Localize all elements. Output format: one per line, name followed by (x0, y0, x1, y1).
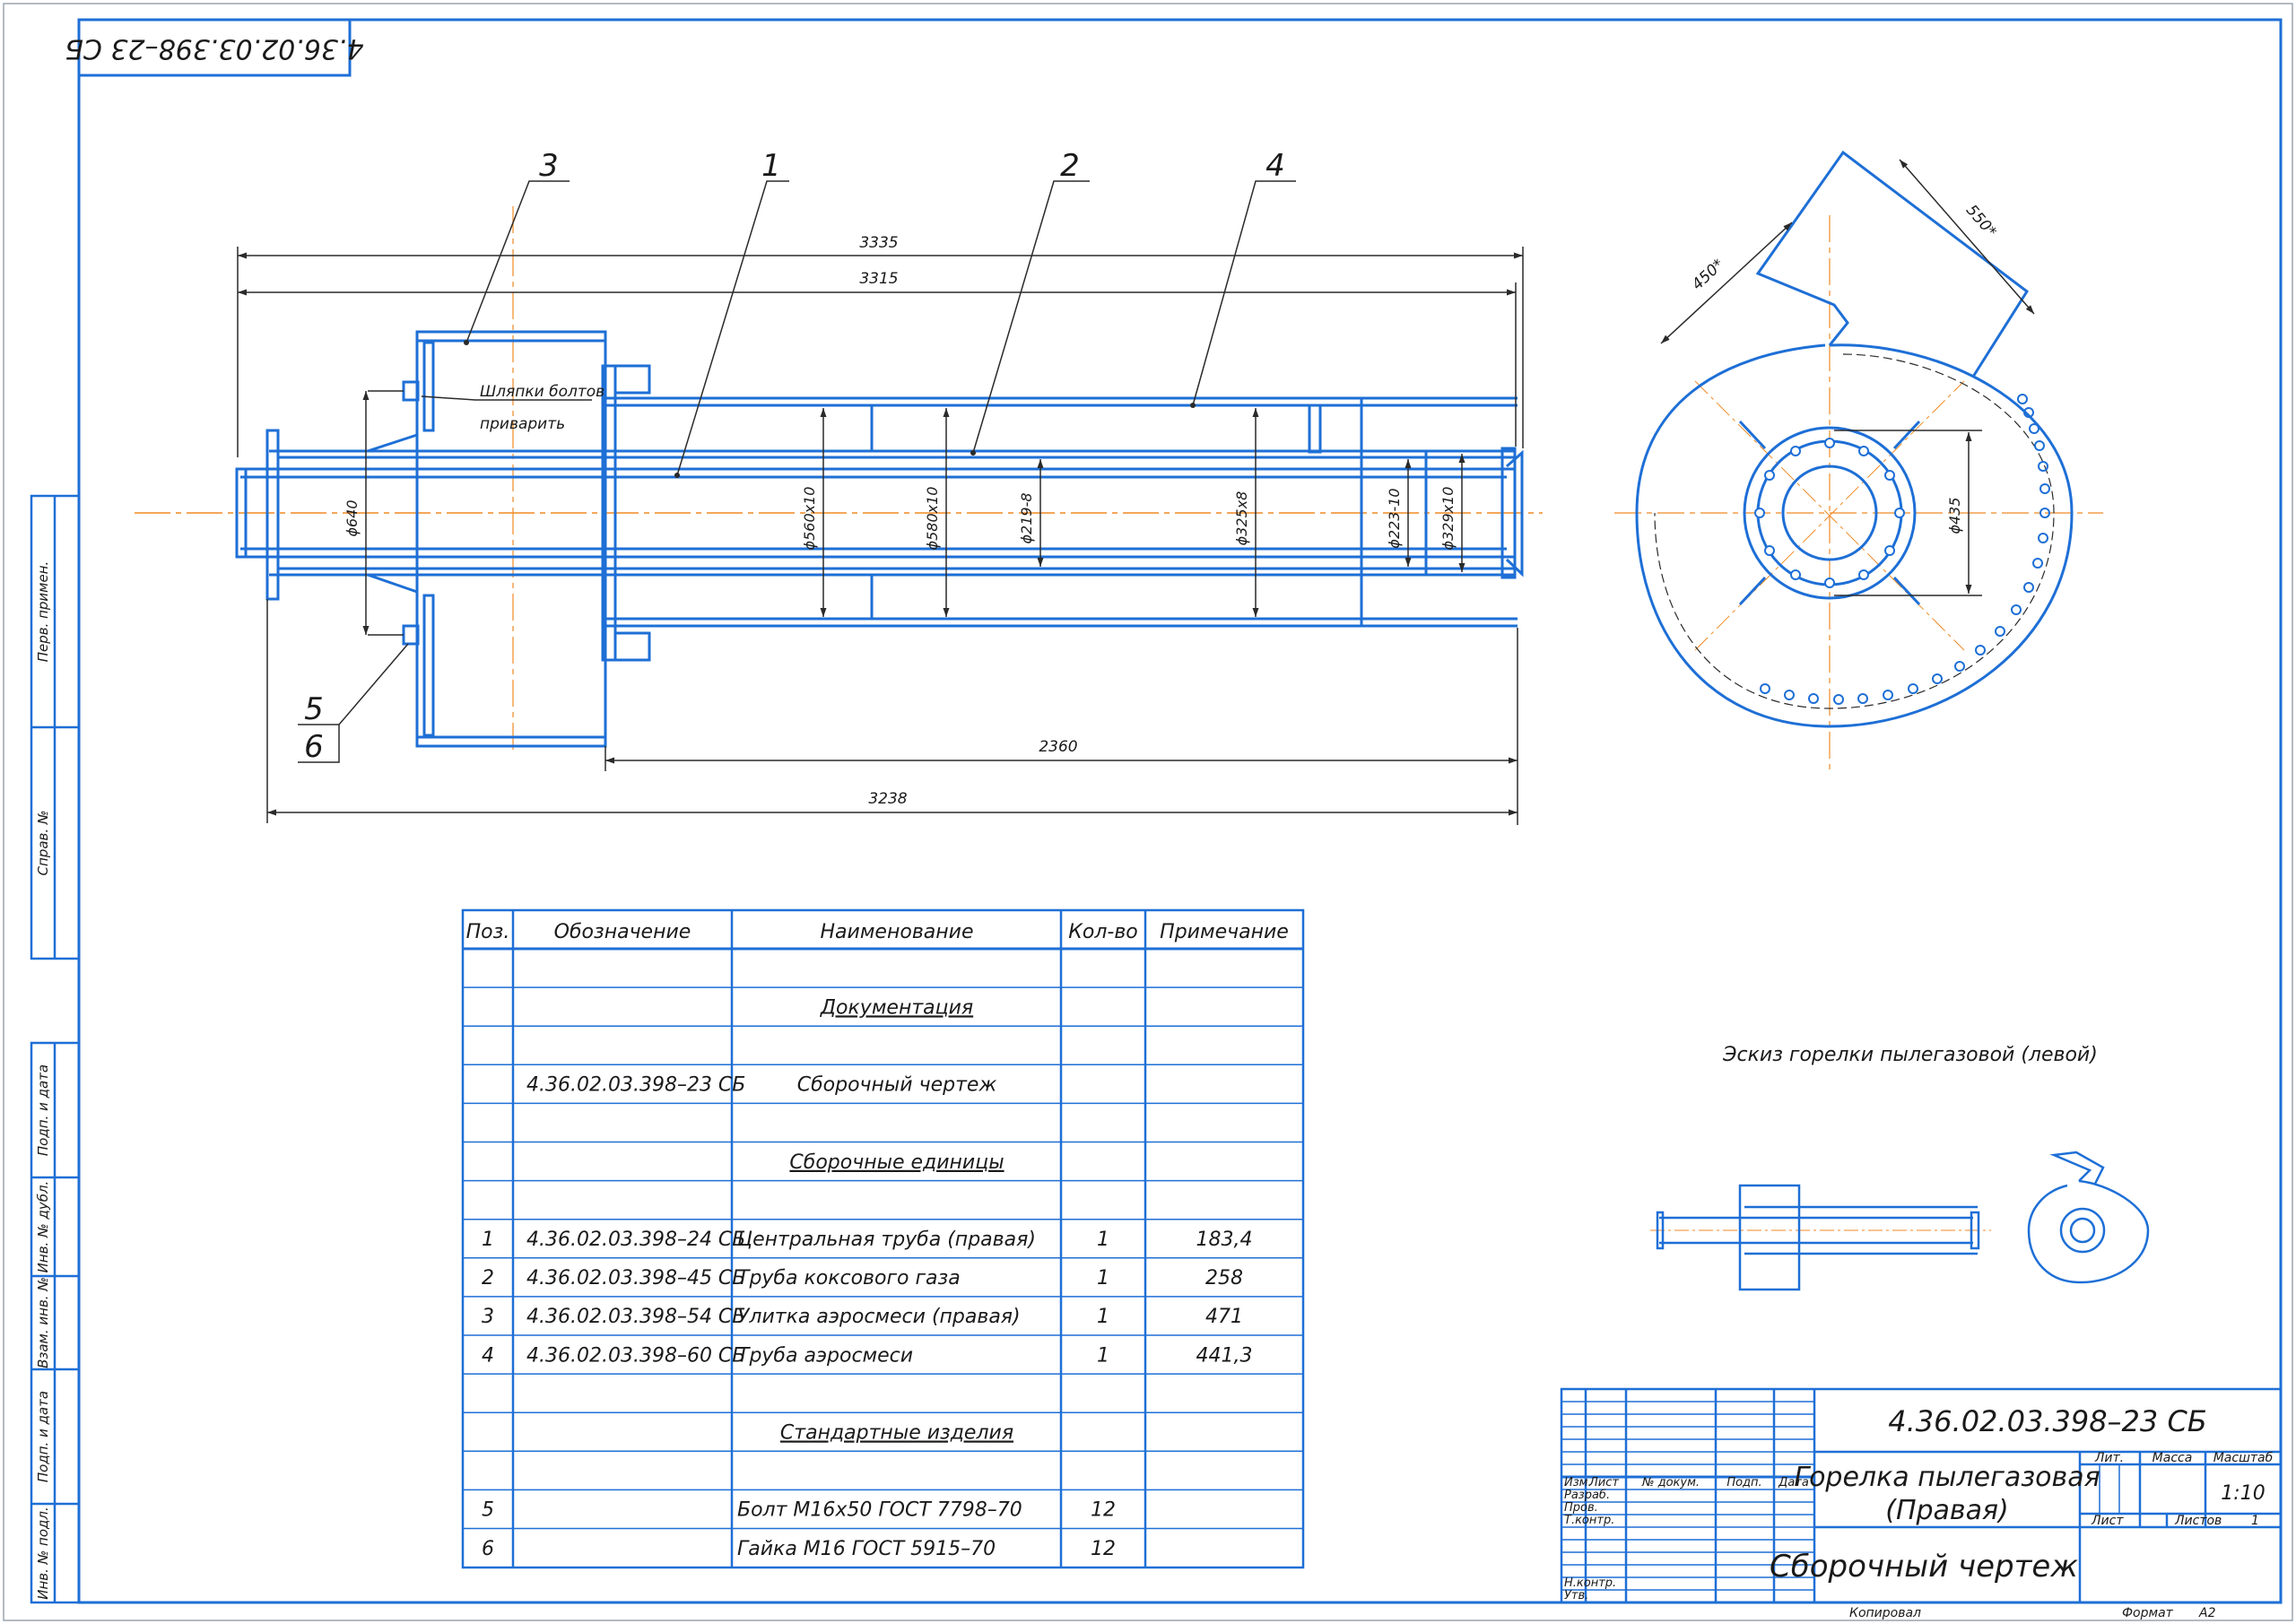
spec-cell-note: 183,4 (1196, 1229, 1253, 1251)
left-burner-sketch: Эскиз горелки пылегазовой (левой) (1650, 1044, 2150, 1291)
tb-hdr-izm: Изм. (1564, 1476, 1592, 1489)
callout-4: 4 (1265, 148, 1285, 184)
spec-cell-note: 258 (1205, 1267, 1243, 1290)
spec-cell-qty: 12 (1091, 1499, 1116, 1522)
burner-front-view: ϕ435 450* 550* (1614, 150, 2103, 771)
sketch-caption: Эскиз горелки пылегазовой (левой) (1722, 1044, 2098, 1066)
spec-section-heading: Сборочные единицы (789, 1151, 1004, 1174)
spec-cell-pos: 3 (482, 1306, 494, 1328)
rotated-code-box: 4.36.02.03.398–23 СБ (65, 18, 364, 77)
tb-format-value: А2 (2198, 1606, 2216, 1620)
spec-cell-code: 4.36.02.03.398–60 СБ (526, 1344, 745, 1367)
stamp-sprav-num: Справ. № (35, 811, 51, 876)
dim-3238: 3238 (868, 790, 907, 808)
title-doc-type: Сборочный чертеж (1770, 1549, 2078, 1585)
spec-cell-qty: 1 (1097, 1229, 1109, 1251)
spec-cell-code: 4.36.02.03.398–24 СБ (526, 1229, 745, 1251)
assembly-drawing: 4.36.02.03.398–23 СБ Перв. примен. Справ… (3, 3, 2293, 1621)
spec-cell-pos: 4 (482, 1344, 494, 1367)
spec-cell-qty: 1 (1097, 1267, 1109, 1290)
spec-cell-note: 441,3 (1196, 1344, 1253, 1367)
tb-hdr-list: Лист (1588, 1476, 1619, 1489)
spec-cell-name: Болт М16х50 ГОСТ 7798–70 (737, 1499, 1022, 1522)
stamp-inv-podl: Инв. № подл. (35, 1507, 51, 1599)
spec-header-pos: Поз. (466, 921, 510, 943)
burner-side-view: ϕ640 ϕ560х10 ϕ580х10 ϕ219-8 ϕ325х8 ϕ223-… (135, 148, 1543, 825)
spec-cell-qty: 12 (1091, 1538, 1116, 1560)
spec-cell-name: Гайка М16 ГОСТ 5915–70 (737, 1538, 996, 1560)
spec-section-heading: Стандартные изделия (780, 1422, 1013, 1445)
dim-dia-560: ϕ560х10 (801, 487, 818, 551)
tb-mass-label: Масса (2152, 1451, 2193, 1465)
spec-cell-code: 4.36.02.03.398–54 СБ (526, 1306, 745, 1328)
spec-cell-qty: 1 (1097, 1344, 1109, 1367)
callout-1: 1 (761, 148, 781, 184)
title-block: 4.36.02.03.398–23 СБ Горелка пылегазовая… (1560, 1387, 2283, 1620)
spec-cell-note: 471 (1205, 1306, 1243, 1328)
spec-header-qty: Кол-во (1068, 921, 1138, 943)
spec-cell-name: Центральная труба (правая) (737, 1229, 1036, 1251)
spec-header-note: Примечание (1160, 921, 1289, 943)
stamp-vzam-inv: Взам. инв. № (35, 1277, 51, 1368)
tb-scale-value: 1:10 (2221, 1482, 2265, 1505)
dim-dia-435: ϕ435 (1946, 497, 1963, 534)
tb-sheet-label: Лист (2091, 1514, 2124, 1528)
stamp-podp-data-1: Подп. и дата (35, 1064, 51, 1156)
stamp-inv-dubl: Инв. № дубл. (35, 1181, 51, 1273)
tb-role-razrab: Разраб. (1564, 1489, 1610, 1502)
spec-header-code: Обозначение (554, 921, 691, 943)
dim-3335: 3335 (859, 234, 898, 252)
tb-hdr-docnum: № докум. (1641, 1476, 1700, 1489)
dim-dia-219: ϕ219-8 (1018, 492, 1035, 543)
rotated-doc-code: 4.36.02.03.398–23 СБ (65, 33, 363, 65)
tb-lit-label: Лит. (2094, 1451, 2124, 1465)
spec-cell-pos: 2 (482, 1267, 494, 1290)
spec-cell-code: 4.36.02.03.398–45 СБ (526, 1267, 745, 1290)
tb-hdr-podp: Подп. (1726, 1476, 1761, 1489)
dim-dia-329: ϕ329х10 (1439, 487, 1457, 551)
tb-role-utv: Утв. (1564, 1589, 1588, 1602)
callout-5: 5 (304, 691, 324, 727)
tb-hdr-data: Дата (1778, 1476, 1809, 1489)
spec-header-name: Наименование (821, 921, 974, 943)
tb-scale-label: Масштаб (2213, 1451, 2274, 1465)
spec-cell-pos: 5 (482, 1499, 494, 1522)
dim-dia-325: ϕ325х8 (1233, 491, 1250, 546)
title-name-line1: Горелка пылегазовая (1794, 1462, 2100, 1493)
tb-format-label: Формат (2122, 1606, 2174, 1620)
callout-2: 2 (1060, 148, 1080, 184)
dim-2360: 2360 (1039, 738, 1077, 756)
spec-cell-name: Улитка аэросмеси (правая) (737, 1306, 1021, 1328)
dim-3315: 3315 (859, 270, 898, 288)
dim-dia-640: ϕ640 (344, 499, 361, 536)
dim-dia-580: ϕ580х10 (924, 487, 941, 551)
spec-section-heading: Документация (820, 996, 973, 1019)
tb-role-nkontr: Н.контр. (1564, 1576, 1616, 1590)
specification-table: Поз. Обозначение Наименование Кол-во При… (461, 908, 1305, 1569)
spec-cell-name: Труба аэросмеси (737, 1344, 913, 1367)
spec-cell-qty: 1 (1097, 1306, 1109, 1328)
spec-cell-code: 4.36.02.03.398–23 СБ (526, 1074, 745, 1097)
side-stamp-labels: Перв. примен. Справ. № Подп. и дата Инв.… (35, 561, 51, 1600)
spec-cell-pos: 6 (482, 1538, 494, 1560)
dim-dia-223: ϕ223-10 (1386, 488, 1403, 548)
callout-3: 3 (539, 148, 559, 184)
weld-note-line1: Шляпки болтов (480, 383, 604, 401)
tb-sheets-value: 1 (2251, 1514, 2259, 1528)
spec-cell-name: Труба коксового газа (737, 1267, 961, 1290)
stamp-perv-primen: Перв. примен. (35, 561, 51, 663)
tb-sheets-label: Листов (2174, 1514, 2222, 1528)
spec-cell-pos: 1 (482, 1229, 494, 1251)
title-name-line2: (Правая) (1885, 1495, 2009, 1526)
callout-6: 6 (304, 729, 324, 765)
title-doc-code: 4.36.02.03.398–23 СБ (1888, 1404, 2206, 1438)
weld-note-line2: приварить (480, 415, 565, 433)
tb-role-prov: Пров. (1564, 1501, 1598, 1515)
tb-copied-label: Копировал (1849, 1606, 1921, 1620)
stamp-podp-data-2: Подп. и дата (35, 1391, 51, 1482)
tb-role-tkontr: Т.контр. (1564, 1514, 1614, 1527)
spec-cell-name: Сборочный чертеж (797, 1074, 997, 1097)
dim-550: 550* (1962, 202, 2000, 241)
